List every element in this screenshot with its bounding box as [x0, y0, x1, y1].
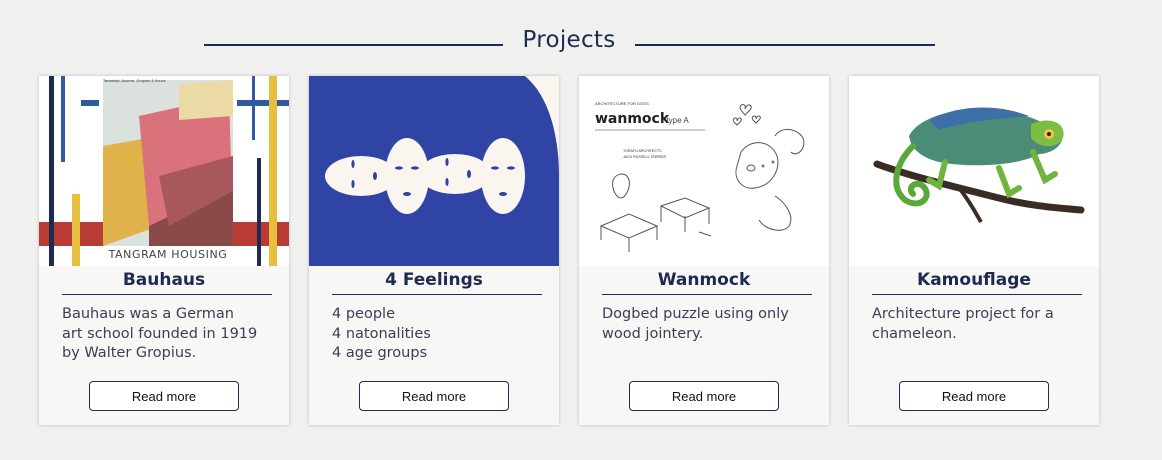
image-credit-architect: TORAFU ARCHITECTS: [623, 149, 662, 153]
project-description: 4 people 4 natonalities 4 age groups: [332, 306, 431, 361]
image-subtitle: / type A: [662, 116, 689, 125]
bauhaus-image[interactable]: Tarantola, Azuma, Gropius & Itoucz TANGR…: [39, 76, 289, 266]
read-more-button[interactable]: Read more: [629, 381, 779, 411]
section-header: Projects: [0, 22, 1162, 62]
project-description: Bauhaus was a German art school founded …: [62, 306, 258, 361]
project-title: 4 Feelings: [385, 270, 483, 290]
read-more-button[interactable]: Read more: [89, 381, 239, 411]
project-title: Kamouflage: [917, 270, 1031, 290]
title-underline: [602, 294, 812, 295]
image-top-label: ARCHITECTURE FOR DOGS: [595, 101, 649, 106]
image-caption: TANGRAM HOUSING: [108, 248, 228, 261]
project-title: Wanmock: [657, 270, 751, 290]
wanmock-image[interactable]: ARCHITECTURE FOR DOGS wanmock / type A T…: [579, 76, 829, 266]
project-card-4-feelings: 4 Feelings 4 people 4 natonalities 4 age…: [309, 76, 559, 425]
project-card-kamouflage: Kamouflage Architecture project for a ch…: [849, 76, 1099, 425]
read-more-button[interactable]: Read more: [359, 381, 509, 411]
project-card-wanmock: ARCHITECTURE FOR DOGS wanmock / type A T…: [579, 76, 829, 425]
project-card-bauhaus: Tarantola, Azuma, Gropius & Itoucz TANGR…: [39, 76, 289, 425]
project-description: Dogbed puzzle using only wood jointery.: [602, 306, 789, 342]
project-description: Architecture project for a chameleon.: [872, 306, 1054, 342]
image-credit-dog: JACK RUSSELL TERRIER: [623, 155, 667, 159]
project-title: Bauhaus: [122, 270, 206, 290]
4-feelings-image[interactable]: [309, 76, 559, 266]
image-small-text: Tarantola, Azuma, Gropius & Itoucz: [103, 78, 166, 83]
title-underline: [872, 294, 1082, 295]
title-underline: [62, 294, 272, 295]
header-divider-right: [635, 44, 935, 46]
header-divider-left: [204, 44, 503, 46]
title-underline: [332, 294, 542, 295]
kamouflage-image[interactable]: [849, 76, 1099, 266]
section-title: Projects: [522, 27, 616, 53]
read-more-button[interactable]: Read more: [899, 381, 1049, 411]
image-title: wanmock: [595, 111, 670, 127]
